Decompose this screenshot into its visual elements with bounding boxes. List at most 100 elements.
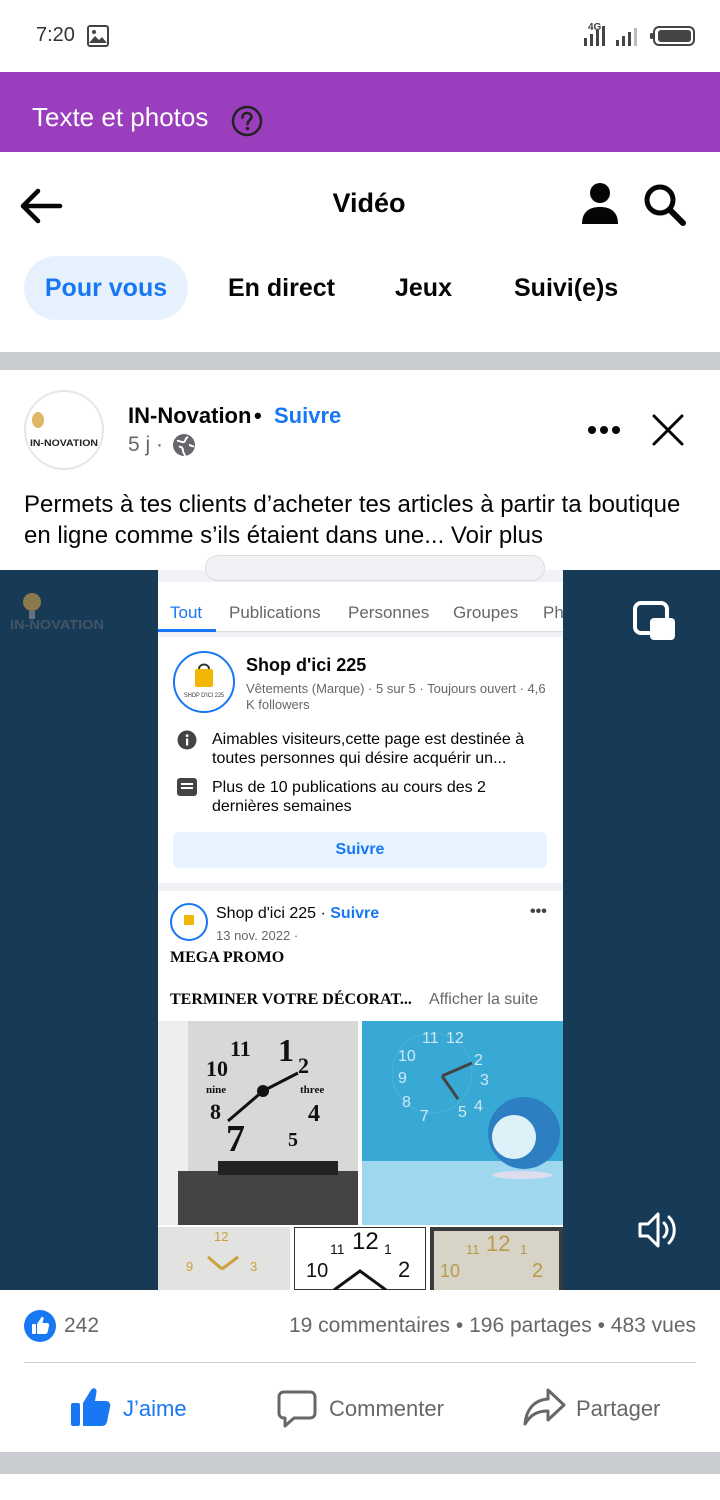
more-options-icon[interactable]: [584, 412, 624, 448]
status-time: 7:20: [36, 24, 75, 46]
svg-text:10: 10: [398, 1048, 416, 1065]
inner-tab-underline: [158, 629, 216, 632]
svg-text:three: three: [300, 1084, 324, 1096]
network-type-label: 4G: [588, 22, 602, 33]
svg-text:11: 11: [330, 1241, 345, 1257]
shopping-bag-icon: SHOP D'ICI 225: [184, 663, 225, 699]
svg-text:11: 11: [230, 1036, 251, 1061]
comment-icon[interactable]: [276, 1388, 318, 1430]
page-name[interactable]: IN-Novation: [128, 403, 251, 429]
innovation-logo-icon: IN-NOVATION: [30, 412, 98, 448]
image-notification-icon: [87, 25, 109, 47]
wall-clock-photo-blue: 11 12 10 2 9 3 8 4 7 5: [362, 1021, 563, 1225]
help-icon[interactable]: [231, 105, 263, 137]
avatar-logo-text: IN-NOVATION: [30, 438, 98, 448]
post-caption-text: Permets à tes clients d’acheter tes arti…: [24, 491, 681, 549]
like-button[interactable]: J’aime: [123, 1396, 187, 1422]
inner-post-avatar: [170, 903, 208, 941]
svg-text:7: 7: [226, 1118, 245, 1160]
like-count[interactable]: 242: [64, 1314, 99, 1338]
comment-count[interactable]: 19 commentaires: [289, 1314, 450, 1337]
inner-tab-publications: Publications: [229, 603, 321, 622]
svg-text:2: 2: [398, 1257, 410, 1282]
share-count[interactable]: 196 partages: [469, 1314, 592, 1337]
inner-post-headline: MEGA PROMO: [170, 949, 285, 966]
tab-following[interactable]: Suivi(e)s: [514, 256, 618, 320]
inner-post-follow: Suivre: [330, 905, 380, 922]
thumbs-up-icon[interactable]: [70, 1386, 112, 1428]
svg-text:1: 1: [520, 1242, 527, 1257]
svg-text:12: 12: [446, 1030, 464, 1047]
stats-separator: •: [597, 1314, 605, 1337]
profile-icon[interactable]: [578, 180, 622, 228]
close-icon[interactable]: [648, 408, 688, 452]
svg-text:11: 11: [422, 1030, 439, 1047]
tab-games[interactable]: Jeux: [395, 256, 452, 320]
svg-text:12: 12: [352, 1228, 379, 1255]
globe-icon: [173, 434, 195, 457]
inner-search-bar: [205, 555, 545, 581]
banner-label: Texte et photos: [32, 102, 209, 132]
view-count: 483 vues: [610, 1314, 696, 1337]
name-separator: •: [254, 403, 262, 428]
tab-live[interactable]: En direct: [228, 256, 335, 320]
wall-clock-photo-black: 11 12 1 10 2: [294, 1227, 426, 1290]
watermark-text: IN-NOVATION: [10, 617, 104, 632]
action-divider: [24, 1362, 696, 1363]
svg-text:3: 3: [250, 1259, 257, 1274]
shop-logo-text: SHOP D'ICI 225: [184, 693, 225, 699]
inner-post-date: 13 nov. 2022 ·: [216, 928, 299, 943]
tab-for-you[interactable]: Pour vous: [24, 256, 188, 320]
svg-text:10: 10: [440, 1261, 460, 1281]
see-more-link[interactable]: Voir plus: [451, 522, 543, 549]
stats-separator: •: [455, 1314, 464, 1337]
post-timestamp: 5 j ·: [128, 433, 164, 456]
svg-text:2: 2: [474, 1052, 483, 1069]
like-reaction-icon[interactable]: [24, 1310, 56, 1342]
inner-shop-name: Shop d'ici 225: [246, 655, 367, 675]
wall-clock-photo: 11 10 1 2 nine three 8 4 7 5: [158, 1021, 358, 1225]
share-button[interactable]: Partager: [576, 1396, 660, 1422]
svg-text:1: 1: [384, 1241, 392, 1257]
share-arrow-icon[interactable]: [522, 1386, 566, 1428]
svg-text:nine: nine: [206, 1084, 226, 1096]
inner-tab-all: Tout: [170, 603, 203, 622]
svg-text:2: 2: [298, 1053, 309, 1078]
info-icon: [177, 730, 197, 750]
inner-tab-groups: Groupes: [453, 603, 519, 622]
svg-text:1: 1: [278, 1032, 294, 1068]
inner-post-see-more: Afficher la suite: [429, 991, 539, 1008]
section-divider: [0, 352, 720, 370]
inner-posts-text: Plus de 10 publications au cours des 2 d…: [212, 779, 486, 815]
inner-follow-button: Suivre: [173, 832, 547, 868]
svg-text:5: 5: [458, 1104, 467, 1121]
picture-in-picture-icon[interactable]: [632, 600, 678, 644]
wall-clock-photo-gold: 12 9 3: [158, 1227, 290, 1290]
svg-text:10: 10: [306, 1260, 328, 1282]
follow-link[interactable]: Suivre: [274, 403, 341, 429]
search-icon[interactable]: [640, 180, 688, 228]
shopping-bag-icon: [184, 915, 194, 925]
volume-icon[interactable]: [634, 1206, 682, 1254]
section-divider: [0, 1452, 720, 1474]
svg-text:10: 10: [206, 1056, 228, 1081]
svg-text:12: 12: [214, 1229, 228, 1244]
svg-text:12: 12: [486, 1231, 510, 1256]
page-avatar[interactable]: IN-NOVATION: [24, 390, 104, 470]
svg-text:11: 11: [466, 1242, 480, 1257]
inner-tab-photos: Ph: [543, 603, 564, 622]
svg-text:8: 8: [402, 1094, 411, 1111]
svg-text:9: 9: [186, 1259, 193, 1274]
svg-text:3: 3: [480, 1072, 489, 1089]
engagement-stats: 19 commentaires • 196 partages • 483 vue…: [289, 1314, 696, 1338]
comment-button[interactable]: Commenter: [329, 1396, 444, 1422]
svg-text:9: 9: [398, 1070, 407, 1087]
inner-post-body: TERMINER VOTRE DÉCORAT...: [170, 991, 412, 1008]
inner-post-more-icon: •••: [530, 903, 547, 920]
post-caption: Permets à tes clients d’acheter tes arti…: [24, 489, 704, 551]
svg-text:4: 4: [474, 1098, 483, 1115]
svg-text:2: 2: [532, 1260, 543, 1282]
video-watermark-logo: IN-NOVATION: [10, 593, 104, 632]
inner-post-author: Shop d'ici 225 · Suivre: [216, 905, 379, 923]
inner-info-text: Aimables visiteurs,cette page est destin…: [212, 731, 525, 767]
